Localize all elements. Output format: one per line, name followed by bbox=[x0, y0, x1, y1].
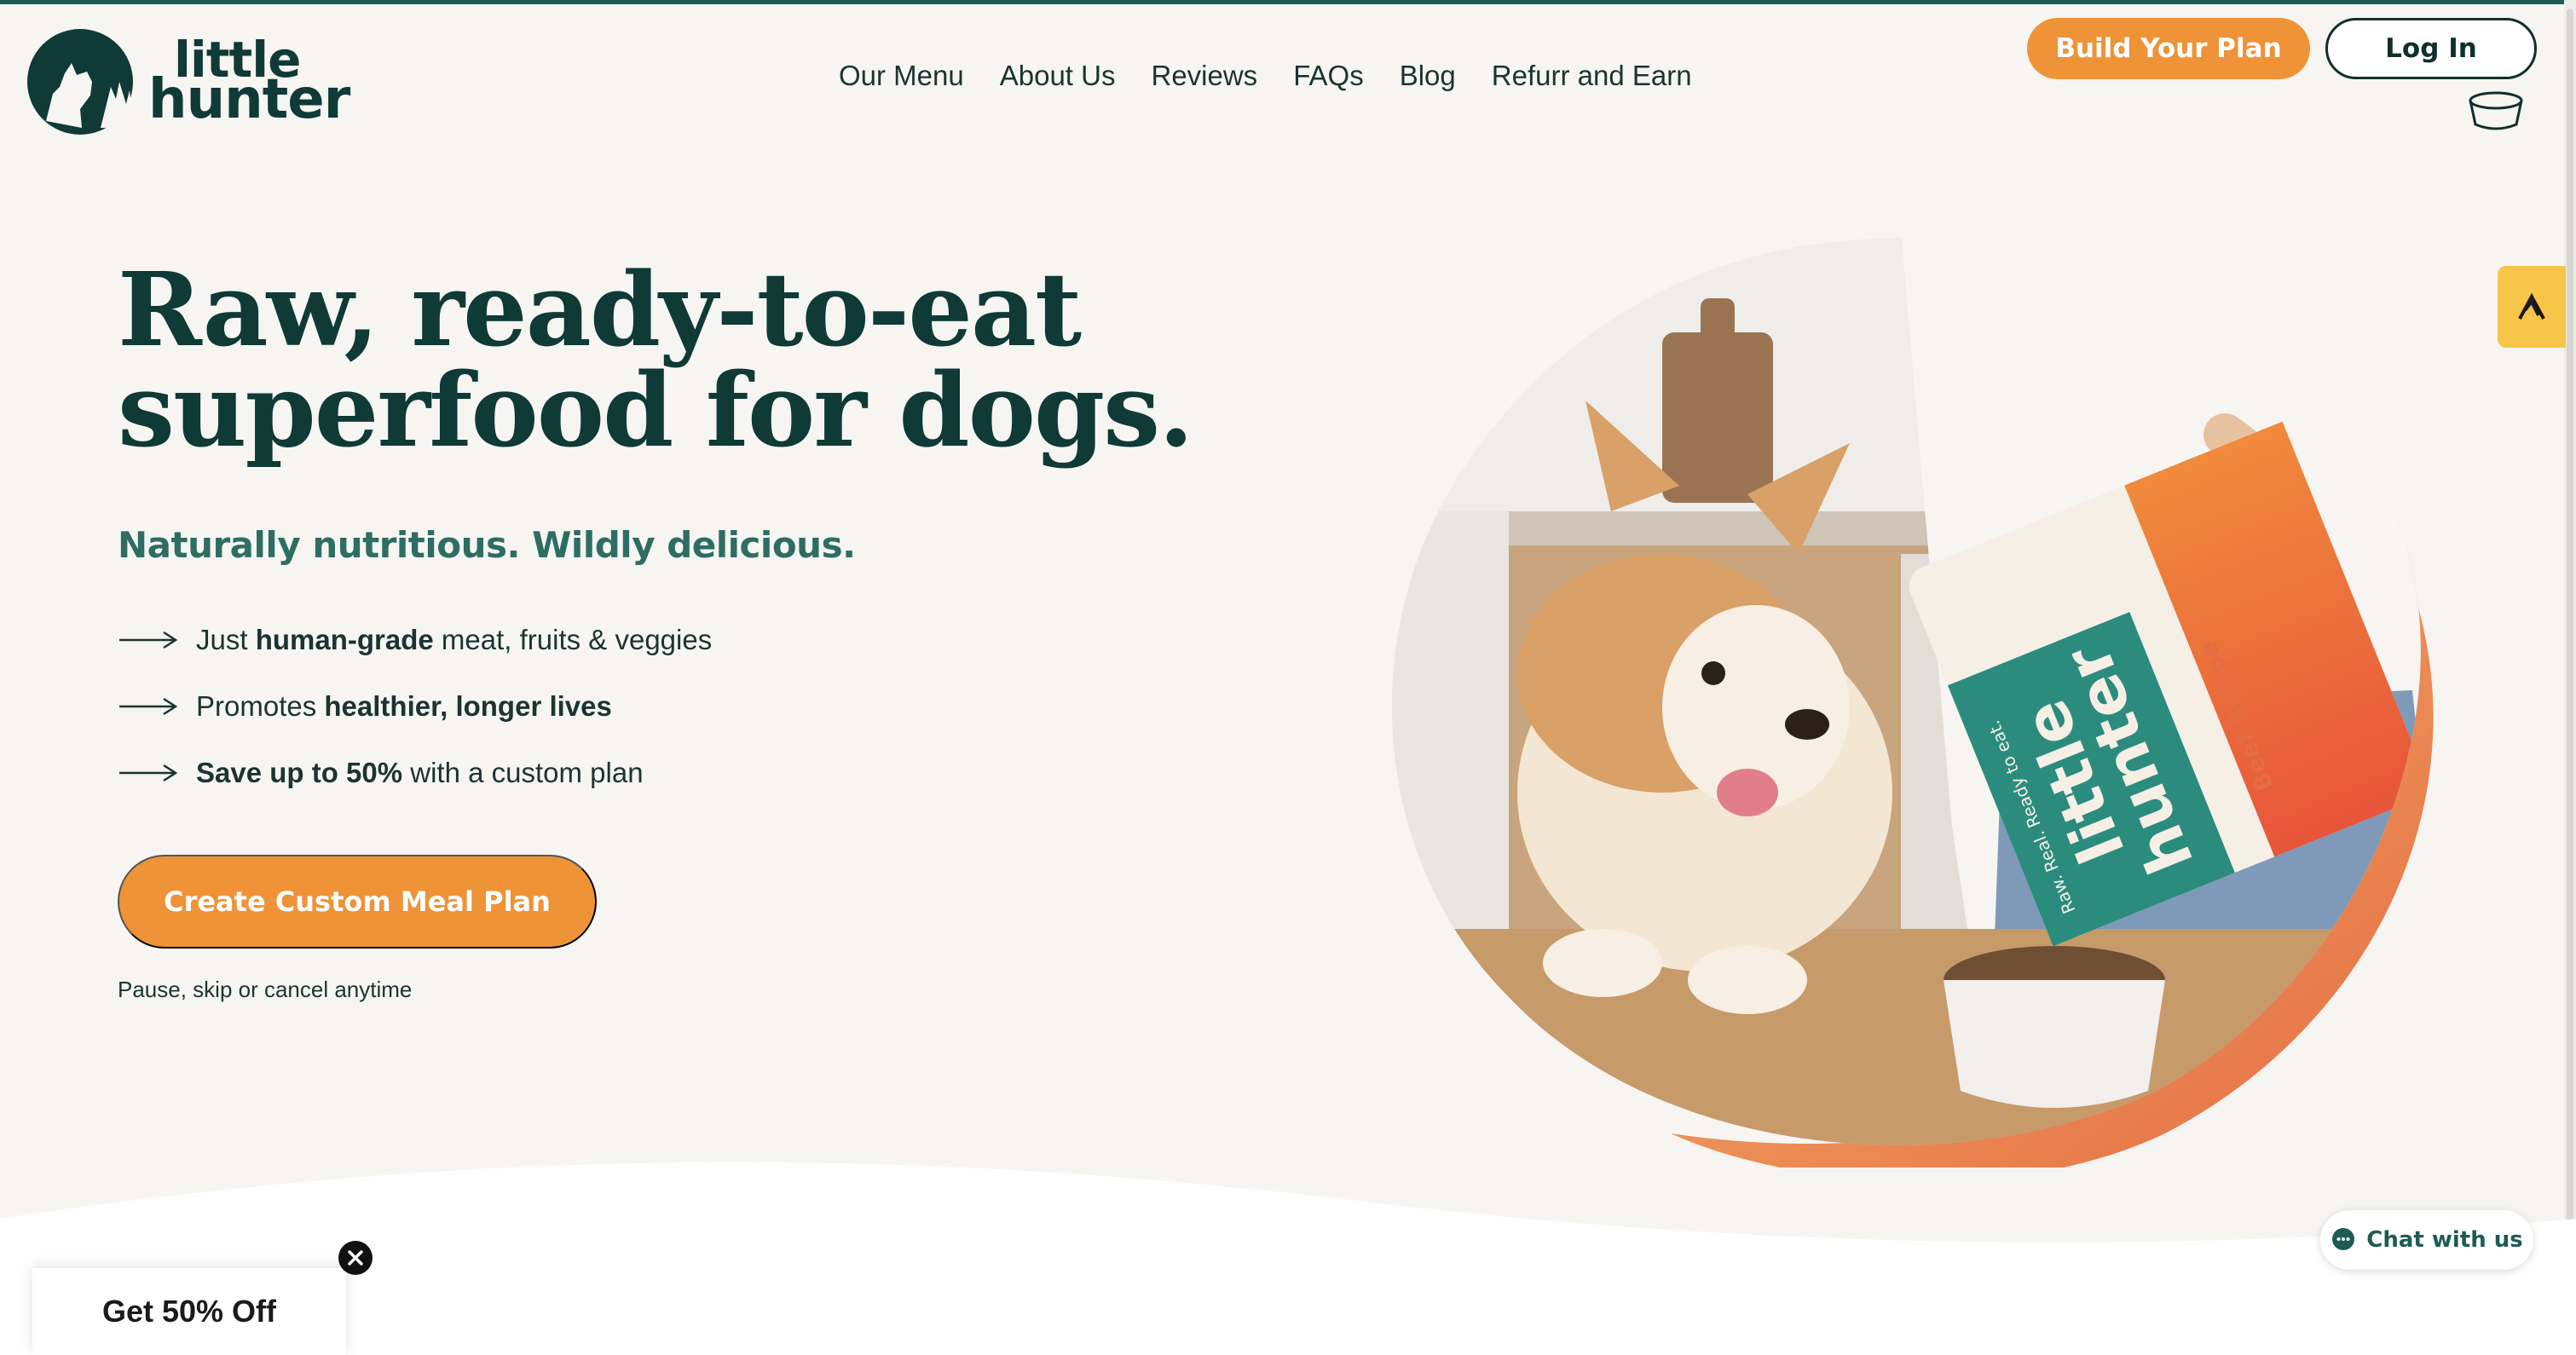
bottom-wave bbox=[0, 1162, 2576, 1355]
promo-banner[interactable]: Get 50% Off bbox=[32, 1268, 346, 1355]
nav-our-menu[interactable]: Our Menu bbox=[839, 60, 964, 92]
benefit-list: Just human-grade meat, fruits & veggies … bbox=[118, 607, 712, 806]
logo-word-hunter: hunter bbox=[148, 68, 350, 131]
hero-photo: little hunter Raw. Real. Ready to eat. B… bbox=[1391, 238, 2421, 1145]
arrow-right-icon bbox=[119, 697, 178, 716]
benefit-text: Promotes healthier, longer lives bbox=[196, 690, 612, 723]
create-custom-meal-plan-button[interactable]: Create Custom Meal Plan bbox=[118, 855, 597, 948]
cta-note: Pause, skip or cancel anytime bbox=[118, 977, 413, 1002]
benefit-text: Save up to 50% with a custom plan bbox=[196, 757, 644, 789]
benefit-text-post: with a custom plan bbox=[402, 757, 644, 788]
hero-title: Raw, ready-to-eat superfood for dogs. bbox=[118, 251, 1194, 470]
wolf-logo-icon bbox=[27, 29, 135, 135]
accessibility-widget-icon bbox=[2518, 292, 2545, 320]
benefit-text: Just human-grade meat, fruits & veggies bbox=[196, 624, 712, 656]
benefit-text-pre: Promotes bbox=[196, 690, 325, 722]
benefit-item: Save up to 50% with a custom plan bbox=[118, 740, 712, 806]
close-icon bbox=[348, 1250, 363, 1266]
nav-faqs[interactable]: FAQs bbox=[1293, 60, 1364, 92]
benefit-item: Just human-grade meat, fruits & veggies bbox=[118, 607, 712, 673]
benefit-text-bold: healthier, longer lives bbox=[324, 690, 612, 722]
chat-bubble-icon bbox=[2332, 1228, 2355, 1250]
accessibility-widget-tab[interactable] bbox=[2498, 266, 2566, 348]
benefit-text-post: meat, fruits & veggies bbox=[433, 624, 713, 655]
nav-reviews[interactable]: Reviews bbox=[1151, 60, 1257, 92]
top-accent-line bbox=[0, 0, 2576, 4]
promo-label: Get 50% Off bbox=[101, 1294, 277, 1329]
main-nav: Our Menu About Us Reviews FAQs Blog Refu… bbox=[839, 60, 1692, 92]
promo-close-button[interactable] bbox=[338, 1241, 373, 1275]
site-logo[interactable]: little hunter bbox=[27, 26, 351, 136]
hero-subtitle: Naturally nutritious. Wildly delicious. bbox=[118, 524, 856, 566]
log-in-button[interactable]: Log In bbox=[2325, 18, 2537, 79]
arrow-right-icon bbox=[119, 631, 178, 649]
bowl-icon[interactable] bbox=[2467, 90, 2525, 133]
hero-image: little hunter Raw. Real. Ready to eat. B… bbox=[1391, 238, 2434, 1168]
benefit-text-bold: human-grade bbox=[255, 624, 434, 655]
benefit-text-bold: Save up to 50% bbox=[196, 757, 403, 788]
benefit-item: Promotes healthier, longer lives bbox=[118, 673, 712, 740]
nav-blog[interactable]: Blog bbox=[1400, 60, 1456, 92]
chat-with-us-button[interactable]: Chat with us bbox=[2320, 1210, 2533, 1270]
benefit-text-pre: Just bbox=[196, 624, 256, 655]
chat-label: Chat with us bbox=[2366, 1227, 2523, 1253]
build-your-plan-button[interactable]: Build Your Plan bbox=[2027, 18, 2310, 79]
nav-refurr-and-earn[interactable]: Refurr and Earn bbox=[1492, 60, 1692, 92]
nav-about-us[interactable]: About Us bbox=[1000, 60, 1116, 92]
arrow-right-icon bbox=[119, 764, 178, 782]
